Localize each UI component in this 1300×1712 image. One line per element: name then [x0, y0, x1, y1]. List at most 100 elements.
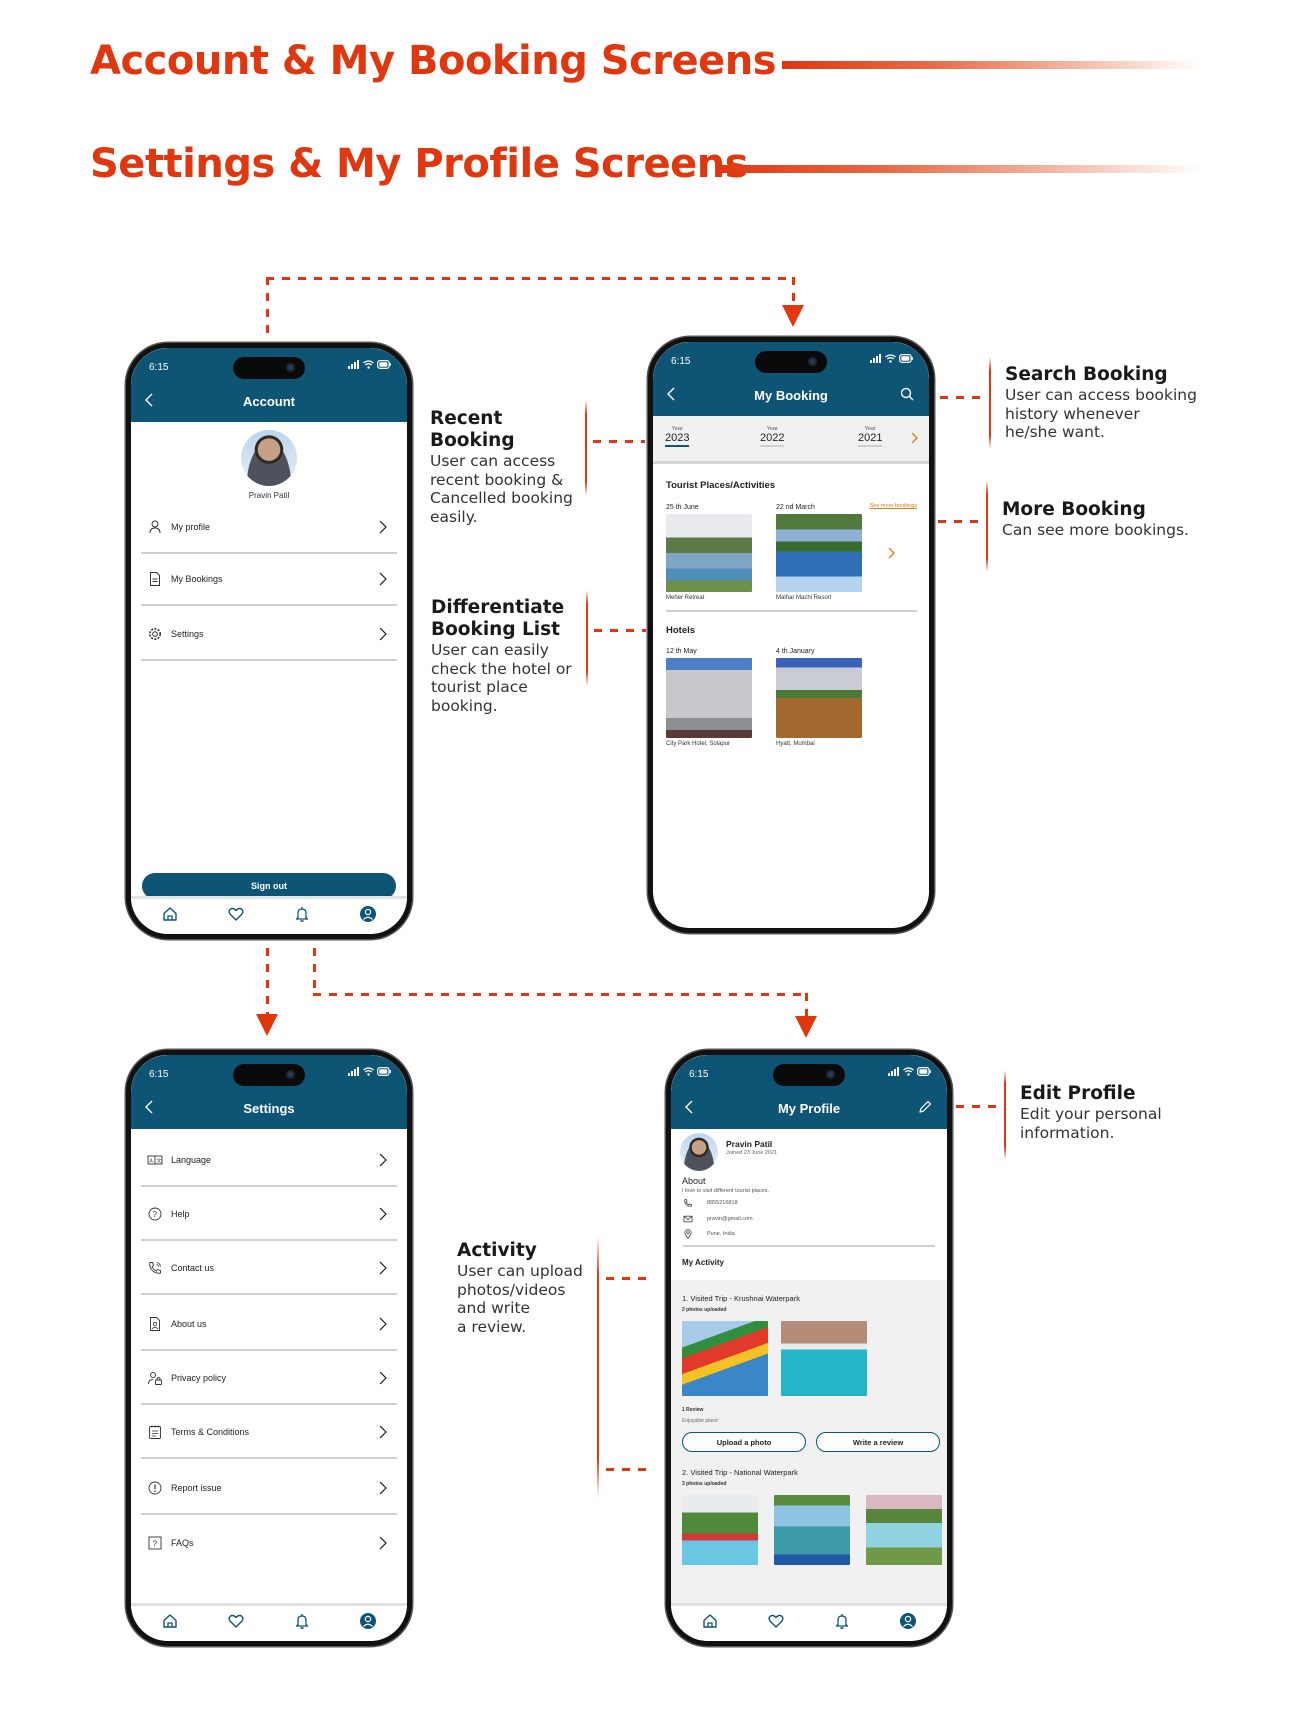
nav-notifications[interactable]	[291, 903, 313, 925]
menu-item-my-bookings[interactable]: My Bookings	[141, 554, 397, 606]
settings-item-report-issue[interactable]: Report issue	[141, 1463, 397, 1515]
menu-item-my-profile[interactable]: My profile	[141, 502, 397, 554]
home-icon	[163, 906, 177, 921]
chevron-right-icon	[379, 1425, 387, 1439]
trip-photo[interactable]	[682, 1321, 768, 1396]
section-title-settings-profile: Settings & My Profile Screens	[90, 141, 749, 187]
bell-icon	[835, 1613, 849, 1629]
nav-account[interactable]	[897, 1610, 919, 1632]
chevron-right-icon[interactable]	[909, 431, 919, 445]
privacy-icon	[148, 1371, 162, 1385]
phone-my-booking: 6:15 My Booking Year 2023 Year 2022 Year…	[648, 337, 934, 933]
profile-email: pravin@gmail.com	[707, 1216, 753, 1222]
annotation-connector	[606, 1468, 650, 1471]
battery-icon	[377, 1067, 391, 1076]
annotation-body: User can access booking history whenever…	[1005, 386, 1197, 441]
nav-notifications[interactable]	[831, 1610, 853, 1632]
nav-favorites[interactable]	[225, 1610, 247, 1632]
upload-photo-button[interactable]: Upload a photo	[682, 1432, 806, 1452]
activity-panel: 1. Visited Trip - Krushnai Waterpark 2 p…	[671, 1280, 947, 1603]
bell-icon	[295, 1613, 309, 1629]
settings-item-label: Contact us	[171, 1263, 215, 1273]
annotation-heading: Activity	[457, 1240, 537, 1261]
see-more-bookings-link[interactable]: See more bookings	[870, 503, 917, 509]
settings-item-help[interactable]: ? Help	[141, 1189, 397, 1241]
settings-item-language[interactable]: A文 Language	[141, 1135, 397, 1187]
chevron-right-icon	[379, 520, 387, 534]
settings-item-label: Language	[171, 1155, 212, 1165]
annotation-more-booking: More Booking Can see more bookings.	[1002, 499, 1222, 540]
about-icon	[150, 1317, 160, 1331]
write-review-button[interactable]: Write a review	[816, 1432, 940, 1452]
chevron-right-icon	[379, 627, 387, 641]
settings-item-faqs[interactable]: ? FAQs	[141, 1517, 397, 1569]
settings-item-label: Help	[171, 1209, 190, 1219]
tab-year-2023[interactable]: Year 2023	[665, 426, 690, 447]
about-text: I love to visit different tourist places…	[682, 1188, 770, 1194]
help-icon: ?	[148, 1207, 162, 1221]
flow-connector	[805, 993, 808, 1017]
dynamic-island	[233, 1064, 305, 1086]
terms-icon	[149, 1425, 161, 1439]
nav-account[interactable]	[357, 903, 379, 925]
nav-home[interactable]	[159, 1610, 181, 1632]
annotation-connector	[938, 520, 982, 523]
header-bar: 6:15 My Booking	[653, 342, 929, 416]
phone-icon	[684, 1199, 692, 1207]
trip-photo[interactable]	[781, 1321, 867, 1396]
trip-photo-count: 2 photos uploaded	[682, 1307, 727, 1313]
search-icon[interactable]	[899, 386, 915, 402]
flow-connector	[266, 277, 793, 280]
sign-out-label: Sign out	[251, 881, 287, 891]
booking-photo-hyatt-mumbai[interactable]	[776, 658, 862, 738]
user-name: Pravin Patil	[248, 491, 290, 500]
signal-icon	[348, 1067, 359, 1076]
status-icons	[348, 1067, 391, 1076]
nav-favorites[interactable]	[225, 903, 247, 925]
tab-year-2022[interactable]: Year 2022	[760, 426, 785, 447]
nav-favorites[interactable]	[765, 1610, 787, 1632]
language-icon: A文	[147, 1155, 163, 1165]
status-icons	[888, 1067, 931, 1076]
chevron-right-icon[interactable]	[886, 546, 896, 560]
trip-photo[interactable]	[774, 1495, 850, 1565]
profile-location: Pune, India	[707, 1231, 735, 1237]
settings-item-terms[interactable]: Terms & Conditions	[141, 1407, 397, 1459]
settings-item-contact-us[interactable]: Contact us	[141, 1243, 397, 1295]
bottom-nav	[671, 1603, 947, 1641]
booking-name: Meher Retreat	[666, 595, 705, 601]
chevron-right-icon	[379, 572, 387, 586]
edit-pencil-icon[interactable]	[917, 1099, 933, 1115]
flow-connector	[313, 948, 316, 994]
booking-date: 22 nd March	[776, 504, 815, 511]
trip-photo-count: 3 photos uploaded	[682, 1481, 727, 1487]
signal-icon	[870, 354, 881, 363]
booking-photo-meher-retreat[interactable]	[666, 514, 752, 592]
home-icon	[163, 1613, 177, 1628]
booking-photo-malhar-machi-resort[interactable]	[776, 514, 862, 592]
tab-year-2021[interactable]: Year 2021	[858, 426, 883, 447]
settings-item-privacy-policy[interactable]: Privacy policy	[141, 1353, 397, 1405]
trip-photo[interactable]	[682, 1495, 758, 1565]
booking-photo-city-park-hotel[interactable]	[666, 658, 752, 738]
settings-item-about-us[interactable]: About us	[141, 1299, 397, 1351]
nav-home[interactable]	[159, 903, 181, 925]
annotation-bar	[989, 357, 991, 449]
heart-icon	[768, 1614, 784, 1628]
year-value: 2021	[858, 432, 883, 447]
wifi-icon	[363, 360, 374, 369]
menu-item-settings[interactable]: Settings	[141, 609, 397, 661]
nav-notifications[interactable]	[291, 1610, 313, 1632]
annotation-body: User can access recent booking & Cancell…	[430, 452, 573, 526]
battery-icon	[899, 354, 913, 363]
chevron-right-icon	[379, 1481, 387, 1495]
title-rule	[718, 165, 1202, 173]
document-icon	[150, 572, 160, 586]
trip-photo[interactable]	[866, 1495, 942, 1565]
nav-home[interactable]	[699, 1610, 721, 1632]
status-time: 6:15	[149, 1069, 169, 1080]
page-title: Account	[243, 394, 295, 409]
annotation-connector	[594, 629, 646, 632]
nav-account[interactable]	[357, 1610, 379, 1632]
profile-joined: Joined 23 June 2021	[726, 1150, 778, 1156]
